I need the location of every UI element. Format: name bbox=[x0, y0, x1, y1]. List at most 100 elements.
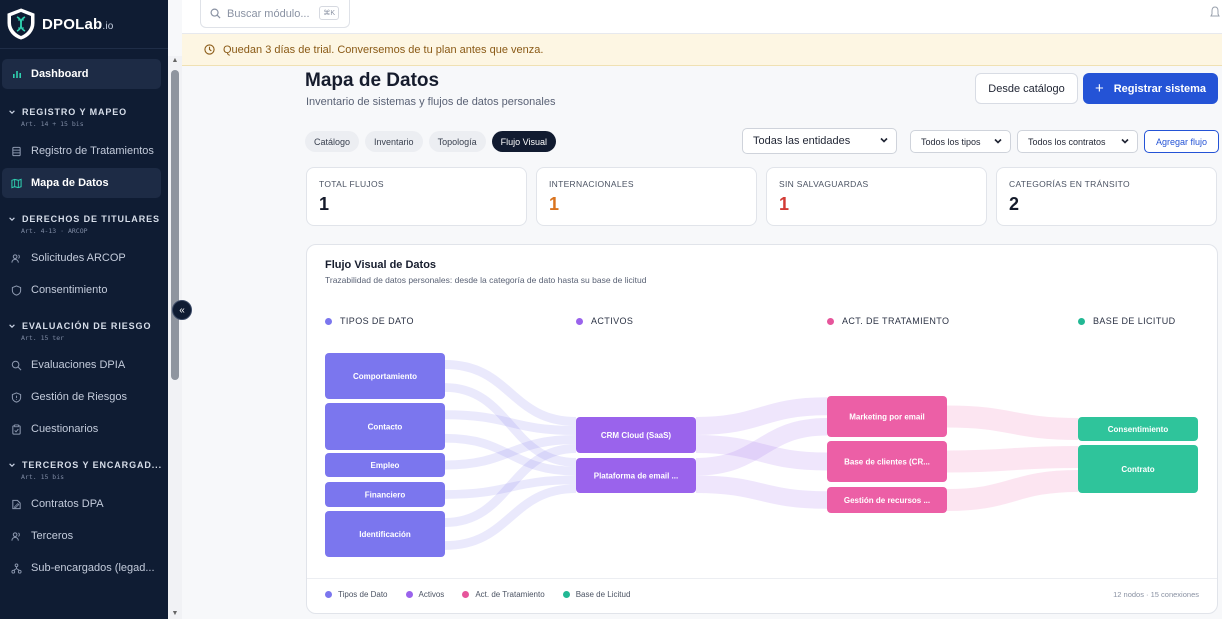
sidebar-section: REGISTRO Y MAPEO Art. 14 + 15 bis bbox=[0, 107, 168, 128]
sankey-link-recursos-contrato[interactable] bbox=[946, 470, 1079, 511]
sidebar-item-consentimiento[interactable]: Consentimiento bbox=[2, 275, 161, 305]
sankey-link-clientes-contrato[interactable] bbox=[946, 446, 1079, 473]
sidebar-item-dashboard[interactable]: Dashboard bbox=[2, 59, 161, 89]
sankey-node-label: Financiero bbox=[365, 491, 406, 500]
sidebar-item-label: Solicitudes ARCOP bbox=[31, 252, 126, 264]
sidebar-divider bbox=[0, 48, 168, 49]
sidebar-scrollbar-thumb[interactable] bbox=[171, 70, 179, 380]
sidebar-item-gesti-n-de-riesgos[interactable]: Gestión de Riesgos bbox=[2, 382, 161, 412]
legend-item: Tipos de Dato bbox=[325, 590, 388, 599]
add-flow-button[interactable]: Agregar flujo bbox=[1144, 130, 1219, 153]
map-icon bbox=[11, 178, 22, 189]
sidebar-item-sub-encargados-legad[interactable]: Sub-encargados (legad... bbox=[2, 553, 161, 583]
sidebar-item-label: Cuestionarios bbox=[31, 423, 99, 435]
legend-label: Act. de Tratamiento bbox=[475, 590, 545, 599]
sidebar-section-article: Art. 15 bis bbox=[21, 473, 65, 481]
sidebar-section-toggle[interactable]: REGISTRO Y MAPEO bbox=[8, 107, 168, 117]
scroll-up-arrow-icon[interactable]: ▲ bbox=[171, 57, 179, 64]
scroll-down-arrow-icon[interactable]: ▼ bbox=[171, 610, 179, 617]
sankey-node-identificacion[interactable]: Identificación bbox=[325, 511, 445, 557]
entity-select-value: Todas las entidades bbox=[753, 135, 851, 147]
brand[interactable]: DPOLab.io bbox=[0, 0, 168, 48]
stat-value: 1 bbox=[779, 194, 790, 214]
tab-catalogo[interactable]: Catálogo bbox=[305, 131, 360, 152]
sankey-node-label: Identificación bbox=[359, 530, 411, 539]
stat-label: TOTAL FLUJOS bbox=[319, 179, 384, 189]
sidebar-section-toggle[interactable]: TERCEROS Y ENCARGAD... bbox=[8, 460, 168, 470]
stat-card-international: INTERNACIONALES 1 bbox=[536, 167, 757, 226]
chevron-down-icon bbox=[9, 463, 15, 468]
sankey-node-clientes[interactable]: Base de clientes (CR... bbox=[827, 441, 947, 482]
sankey-node-label: Empleo bbox=[371, 461, 400, 470]
sankey-node-label: Base de clientes (CR... bbox=[844, 458, 930, 467]
contract-select[interactable]: Todos los contratos bbox=[1017, 130, 1138, 153]
sidebar-item-label: Terceros bbox=[31, 530, 74, 542]
sidebar: DPOLab.io Dashboard REGISTRO Y MAPEO Art.… bbox=[0, 0, 168, 619]
sidebar-item-mapa-de-datos[interactable]: Mapa de Datos bbox=[2, 168, 161, 198]
tab-flujo-visual[interactable]: Flujo Visual bbox=[491, 131, 556, 152]
sankey-diagram: Comportamiento Contacto Empleo Financiero Id… bbox=[325, 353, 1198, 557]
search-icon bbox=[11, 360, 22, 371]
from-catalog-button[interactable]: Desde catálogo bbox=[975, 73, 1078, 104]
entity-select[interactable]: Todas las entidades bbox=[742, 128, 897, 154]
stat-label: INTERNACIONALES bbox=[549, 179, 634, 189]
sankey-node-label: Contrato bbox=[1121, 465, 1154, 474]
sankey-node-label: Consentimiento bbox=[1108, 425, 1169, 434]
sidebar-item-evaluaciones-dpia[interactable]: Evaluaciones DPIA bbox=[2, 350, 161, 380]
clock-icon bbox=[204, 44, 215, 55]
stat-value: 1 bbox=[319, 194, 330, 214]
sidebar-item-cuestionarios[interactable]: Cuestionarios bbox=[2, 414, 161, 444]
type-select[interactable]: Todos los tipos bbox=[910, 130, 1011, 153]
collapse-sidebar-button[interactable]: « bbox=[172, 300, 192, 320]
tab-topologia[interactable]: Topología bbox=[428, 131, 486, 152]
sankey-node-recursos[interactable]: Gestión de recursos ... bbox=[827, 487, 947, 513]
sidebar-item-contratos-dpa[interactable]: Contratos DPA bbox=[2, 489, 161, 519]
plus-icon: + bbox=[1094, 80, 1104, 97]
bell-icon[interactable] bbox=[1210, 6, 1220, 20]
sankey-node-contacto[interactable]: Contacto bbox=[325, 403, 445, 450]
sankey-node-crm[interactable]: CRM Cloud (SaaS) bbox=[576, 417, 696, 453]
stat-value: 2 bbox=[1009, 194, 1020, 214]
sidebar-section-article: Art. 4-13 · ARCOP bbox=[21, 227, 88, 235]
legend-divider bbox=[307, 578, 1217, 579]
sankey-node-empleo[interactable]: Empleo bbox=[325, 453, 445, 477]
sidebar-item-solicitudes-arcop[interactable]: Solicitudes ARCOP bbox=[2, 243, 161, 273]
sidebar-item-terceros[interactable]: Terceros bbox=[2, 521, 161, 551]
bar-chart-icon bbox=[11, 69, 22, 80]
sankey-node-marketing[interactable]: Marketing por email bbox=[827, 396, 947, 437]
shield-icon bbox=[11, 284, 22, 296]
sankey-node-email[interactable]: Plataforma de email ... bbox=[576, 458, 696, 493]
users-icon bbox=[11, 253, 22, 264]
contract-select-value: Todos los contratos bbox=[1028, 136, 1106, 147]
sidebar-item-label: Registro de Tratamientos bbox=[31, 145, 154, 157]
sidebar-sections: REGISTRO Y MAPEO Art. 14 + 15 bis Registro… bbox=[0, 107, 168, 583]
sankey-node-label: Gestión de recursos ... bbox=[844, 496, 930, 505]
legend-item: Base de Licitud bbox=[562, 590, 630, 599]
sidebar-section-toggle[interactable]: DERECHOS DE TITULARES bbox=[8, 214, 168, 224]
search-icon bbox=[210, 8, 221, 19]
chevron-down-icon bbox=[993, 136, 1003, 149]
sankey-links bbox=[444, 360, 1079, 550]
dot-icon bbox=[325, 591, 332, 598]
top-bar: Buscar módulo... ⌘K bbox=[182, 0, 1222, 34]
search-input[interactable]: Buscar módulo... ⌘K bbox=[200, 0, 350, 28]
sankey-link-email-recursos[interactable] bbox=[695, 475, 828, 509]
sankey-node-financiero[interactable]: Financiero bbox=[325, 482, 445, 507]
search-placeholder: Buscar módulo... bbox=[227, 7, 310, 20]
sidebar-item-label: Dashboard bbox=[31, 68, 89, 80]
sankey-node-comportamiento[interactable]: Comportamiento bbox=[325, 353, 445, 399]
file-edit-icon bbox=[11, 499, 22, 510]
sankey-node-contrato[interactable]: Contrato bbox=[1078, 445, 1198, 493]
sidebar-section-toggle[interactable]: EVALUACIÓN DE RIESGO bbox=[8, 321, 168, 331]
sidebar-item-label: Mapa de Datos bbox=[31, 177, 109, 189]
brand-name: DPOLab.io bbox=[42, 15, 114, 33]
sankey-node-consentimiento[interactable]: Consentimiento bbox=[1078, 417, 1198, 441]
legend-label: Activos bbox=[418, 590, 445, 599]
sankey-link-marketing-consentimiento[interactable] bbox=[946, 405, 1079, 440]
sidebar-section-title: EVALUACIÓN DE RIESGO bbox=[22, 321, 152, 331]
shield-dna-logo-icon bbox=[7, 8, 35, 40]
sidebar-item-registro-de-tratamientos[interactable]: Registro de Tratamientos bbox=[2, 136, 161, 166]
sidebar-item-label: Contratos DPA bbox=[31, 498, 104, 510]
tab-inventario[interactable]: Inventario bbox=[365, 131, 423, 152]
register-system-button[interactable]: + Registrar sistema bbox=[1083, 73, 1218, 104]
